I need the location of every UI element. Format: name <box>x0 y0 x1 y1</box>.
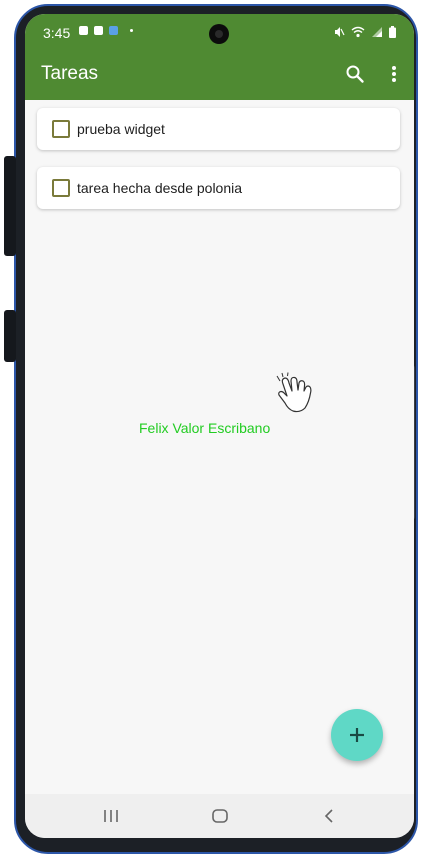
task-item[interactable]: tarea hecha desde polonia <box>37 167 400 209</box>
dot-icon <box>130 29 133 32</box>
task-label: prueba widget <box>77 121 165 137</box>
task-item[interactable]: prueba widget <box>37 108 400 150</box>
recent-apps-button[interactable] <box>96 804 126 828</box>
back-icon <box>324 809 333 823</box>
phone-screen: 3:45 Tareas prueba widget tarea hecha de… <box>25 14 414 838</box>
status-icons-right <box>333 26 396 38</box>
task-checkbox[interactable] <box>52 120 70 138</box>
add-task-button[interactable] <box>331 709 383 761</box>
recent-apps-icon <box>104 810 118 822</box>
status-icons-left <box>79 26 133 35</box>
home-button[interactable] <box>205 804 235 828</box>
back-button[interactable] <box>314 804 344 828</box>
app-title: Tareas <box>41 63 99 84</box>
home-icon <box>212 809 228 823</box>
navigation-bar <box>25 794 414 838</box>
briefcase-icon <box>79 26 88 35</box>
hand-pointer-icon <box>276 372 312 413</box>
search-button[interactable] <box>341 61 369 87</box>
front-camera <box>209 24 229 44</box>
task-checkbox[interactable] <box>52 179 70 197</box>
volume-button <box>4 156 16 256</box>
image-icon <box>94 26 103 35</box>
search-icon <box>346 65 364 83</box>
cast-icon <box>109 26 118 35</box>
watermark-text: Felix Valor Escribano <box>139 420 271 436</box>
wifi-icon <box>351 26 365 38</box>
task-label: tarea hecha desde polonia <box>77 180 243 196</box>
signal-icon <box>372 27 382 37</box>
plus-icon <box>350 728 364 742</box>
app-bar: 3:45 Tareas <box>25 14 414 100</box>
battery-icon <box>389 26 396 38</box>
mute-icon <box>335 27 345 37</box>
more-vert-icon <box>392 66 396 82</box>
bixby-button <box>4 310 16 362</box>
more-options-button[interactable] <box>380 61 408 87</box>
status-time: 3:45 <box>43 25 71 41</box>
